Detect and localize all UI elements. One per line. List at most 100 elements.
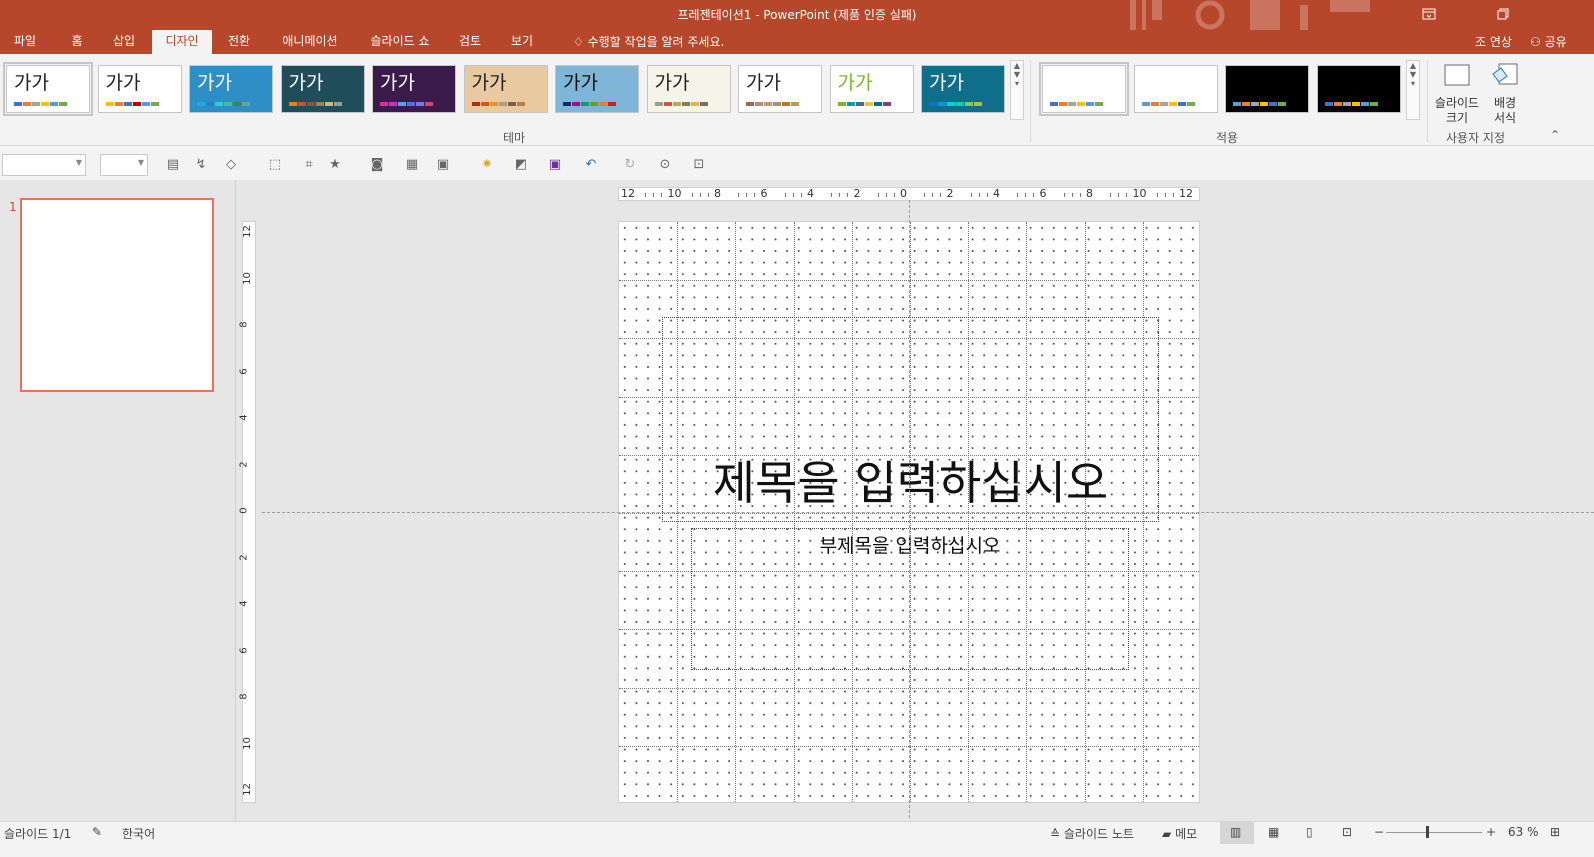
- slide-sorter-button[interactable]: ▦: [1268, 825, 1279, 839]
- table-icon[interactable]: ▦: [403, 156, 421, 174]
- ruler-tick: [1071, 193, 1073, 197]
- ruler-tick: [707, 193, 709, 197]
- ruler-tick-label: 2: [853, 187, 861, 200]
- title-placeholder[interactable]: 제목을 입력하십시오: [662, 317, 1159, 522]
- ruler-tick-label: 4: [993, 187, 1000, 200]
- ruler-tick: [986, 193, 988, 197]
- subtitle-placeholder[interactable]: 부제목을 입력하십시오: [691, 528, 1129, 670]
- slide-size-icon: [1444, 64, 1470, 86]
- variant-thumbnail[interactable]: [1039, 62, 1129, 116]
- slide-size-label: 슬라이드 크기: [1434, 96, 1480, 125]
- theme-thumbnail[interactable]: 가가: [3, 62, 93, 116]
- variant-thumbnail[interactable]: [1225, 65, 1309, 113]
- theme-thumbnail[interactable]: 가가: [738, 65, 822, 113]
- tab-review[interactable]: 검토: [450, 30, 490, 54]
- ruler-tick-label: 6: [1039, 187, 1047, 200]
- ruler-tick-label: 8: [238, 693, 250, 700]
- variant-thumbnail[interactable]: [1133, 65, 1218, 113]
- ruler-tick-label: 8: [714, 187, 721, 200]
- share-button[interactable]: ⚇ 공유: [1530, 33, 1567, 50]
- restore-button[interactable]: [1480, 0, 1526, 28]
- theme-sample-text: 가가: [929, 72, 964, 94]
- tab-file[interactable]: 파일: [0, 30, 50, 54]
- redo-icon[interactable]: ↻: [621, 156, 639, 174]
- theme-thumbnail[interactable]: 가가: [280, 65, 365, 113]
- share-label: 공유: [1544, 35, 1567, 49]
- theme-sample-text: 가가: [197, 72, 232, 94]
- picture-icon[interactable]: ◩: [512, 156, 530, 174]
- ruler-tick: [1164, 193, 1166, 197]
- zoom-in-button[interactable]: +: [1486, 825, 1496, 839]
- tab-design[interactable]: 디자인: [152, 30, 212, 54]
- customize-group-label: 사용자 지정: [1446, 131, 1506, 145]
- ruler-tick: [661, 193, 662, 197]
- tab-view[interactable]: 보기: [500, 30, 544, 54]
- tab-slideshow[interactable]: 슬라이드 쇼: [360, 30, 440, 54]
- tell-me-box[interactable]: ♢ 수행할 작업을 알려 주세요.: [573, 33, 724, 50]
- language[interactable]: 한국어: [122, 825, 155, 842]
- spellcheck-icon[interactable]: ✎: [92, 825, 102, 839]
- theme-thumbnail[interactable]: 가가: [189, 65, 273, 113]
- collapse-ribbon-icon[interactable]: ⌃: [1550, 128, 1560, 142]
- theme-thumbnail[interactable]: 가가: [555, 65, 639, 113]
- variant-thumbnail[interactable]: [1316, 65, 1401, 113]
- zoom-out-button[interactable]: −: [1374, 825, 1384, 839]
- notes-button[interactable]: ≙ 슬라이드 노트: [1050, 825, 1134, 842]
- tab-home[interactable]: 홈: [60, 30, 94, 54]
- themes-scroll[interactable]: ▲ ▼ ▾: [1010, 60, 1024, 120]
- font-size-combo[interactable]: ▼: [100, 154, 148, 176]
- ruler-tick-label: 0: [238, 507, 250, 514]
- ruler-tick: [1118, 193, 1119, 197]
- screenshot-icon[interactable]: ◙: [368, 156, 386, 174]
- user-name[interactable]: 조 연상: [1475, 33, 1512, 50]
- format-background-label: 배경 서식: [1493, 96, 1517, 125]
- text-box-icon[interactable]: ▤: [164, 156, 182, 174]
- undo-icon[interactable]: ↶: [582, 156, 600, 174]
- crop-icon[interactable]: ⌗: [300, 156, 318, 174]
- theme-thumbnail[interactable]: 가가: [829, 65, 914, 113]
- font-combo[interactable]: ▼: [2, 154, 86, 176]
- zoom-level[interactable]: 63 %: [1508, 825, 1539, 839]
- ruler-tick: [645, 193, 646, 197]
- variant-color-bars: [1324, 102, 1378, 106]
- comments-button[interactable]: ▰ 메모: [1162, 825, 1197, 842]
- theme-thumbnail[interactable]: 가가: [372, 65, 456, 113]
- zoom-slider-thumb[interactable]: [1426, 826, 1430, 838]
- ruler-tick: [691, 193, 693, 197]
- shapes-icon[interactable]: ◇: [222, 156, 240, 174]
- star-icon[interactable]: ★: [326, 156, 344, 174]
- select-icon[interactable]: ⬚: [266, 156, 284, 174]
- presenter-icon[interactable]: ⊙: [656, 156, 674, 174]
- theme-thumbnail[interactable]: 가가: [463, 65, 548, 113]
- arrange-icon[interactable]: ▣: [434, 156, 452, 174]
- reading-view-button[interactable]: ▯: [1306, 825, 1313, 839]
- variants-group-label: 적용: [1216, 131, 1239, 145]
- slideshow-view-button[interactable]: ⊡: [1342, 825, 1352, 839]
- horizontal-guide[interactable]: [262, 512, 1594, 513]
- sun-icon[interactable]: ✷: [478, 156, 496, 174]
- slide-thumbnail[interactable]: [20, 198, 214, 392]
- tab-animations[interactable]: 애니메이션: [270, 30, 350, 54]
- fit-slide-icon[interactable]: ⊞: [1550, 825, 1560, 839]
- tab-insert[interactable]: 삽입: [104, 30, 144, 54]
- format-background-button[interactable]: 배경 서식: [1486, 60, 1524, 126]
- variants-scroll[interactable]: ▲ ▼ ▾: [1406, 60, 1420, 120]
- themes-group-label: 테마: [503, 131, 526, 145]
- ribbon-display-button[interactable]: [1406, 0, 1452, 28]
- normal-view-button[interactable]: ▥: [1220, 822, 1254, 844]
- title-bar: 프레젠테이션1 - PowerPoint (제품 인증 실패): [0, 0, 1594, 30]
- theme-thumbnail[interactable]: 가가: [646, 65, 731, 113]
- ruler-tick: [932, 193, 933, 197]
- tab-transitions[interactable]: 전환: [218, 30, 260, 54]
- text-direction-icon[interactable]: ↯: [192, 156, 210, 174]
- zoom-slider-track[interactable]: [1386, 832, 1482, 833]
- slide-size-button[interactable]: 슬라이드 크기: [1432, 60, 1482, 126]
- notes-label: 슬라이드 노트: [1063, 827, 1134, 841]
- theme-thumbnail[interactable]: 가가: [921, 65, 1005, 113]
- save-icon[interactable]: ▣: [546, 156, 564, 174]
- vertical-guide[interactable]: [909, 200, 910, 818]
- ruler-tick-label: 10: [667, 187, 682, 200]
- theme-thumbnail[interactable]: 가가: [97, 65, 182, 113]
- slideshow-icon[interactable]: ⊡: [690, 156, 708, 174]
- ruler-tick: [1172, 193, 1174, 197]
